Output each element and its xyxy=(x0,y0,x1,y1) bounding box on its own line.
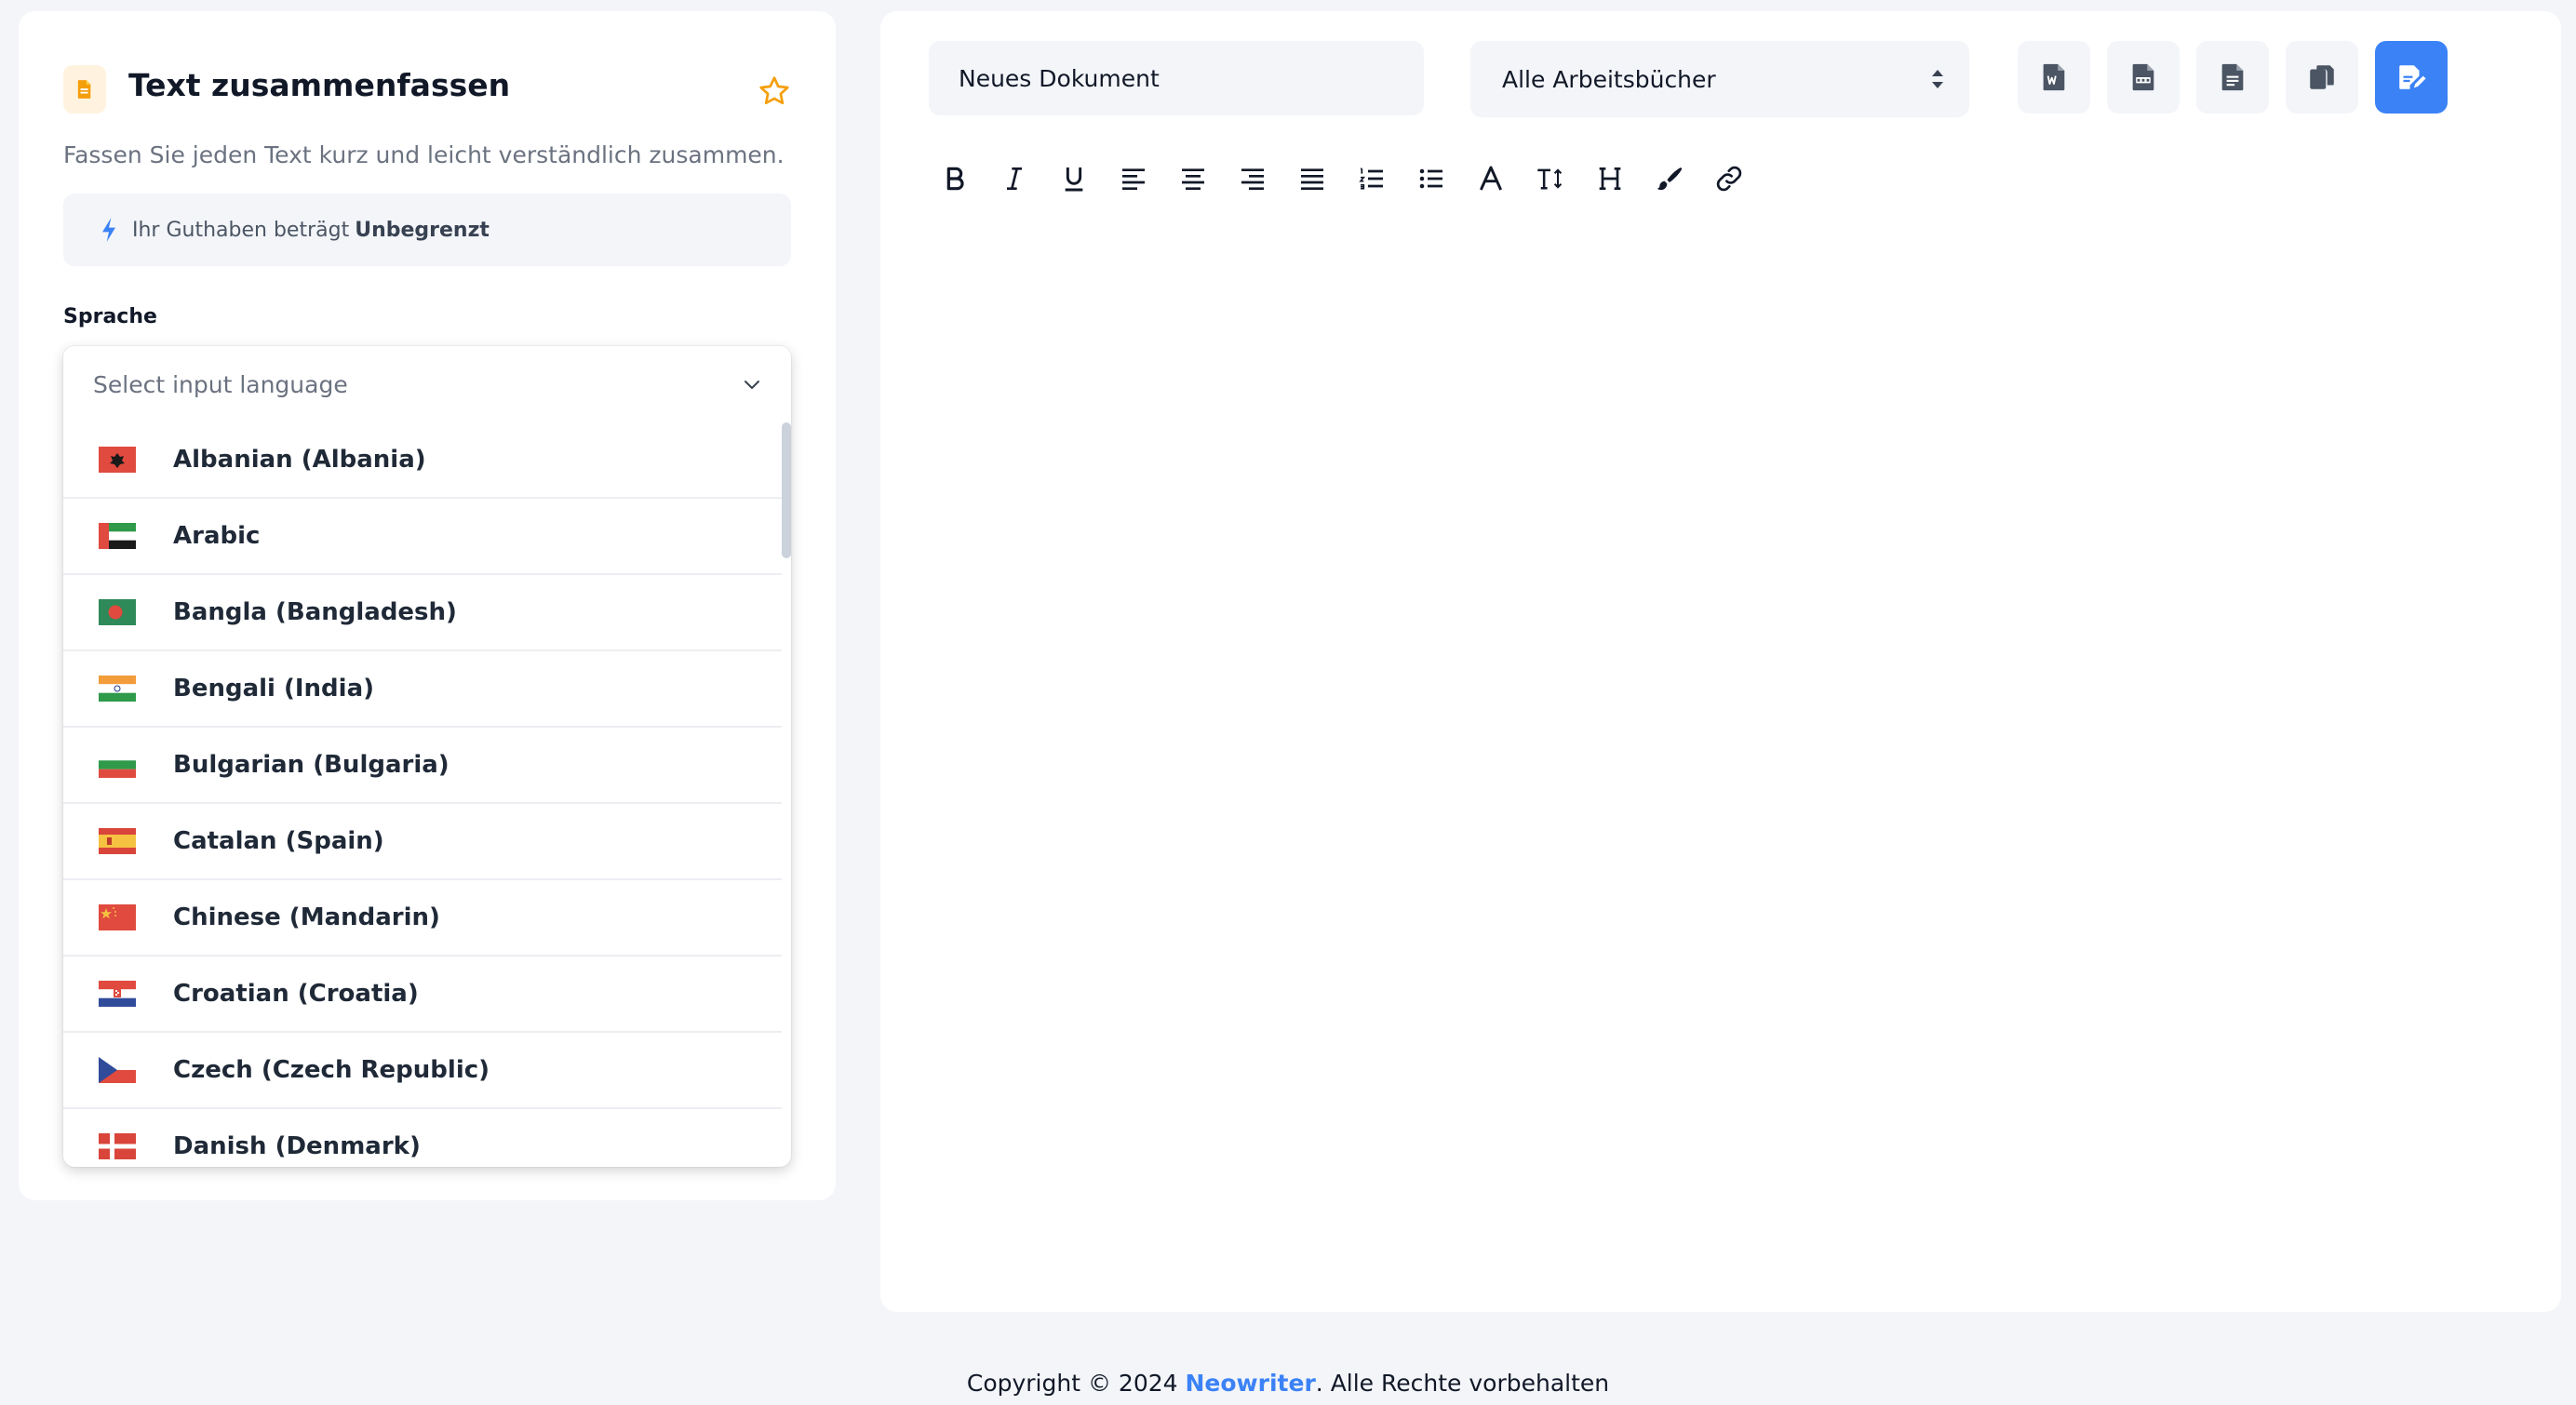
language-option-bangla[interactable]: Bangla (Bangladesh) xyxy=(63,575,782,651)
language-option-label: Arabic xyxy=(173,522,261,550)
align-right-icon xyxy=(1241,168,1264,190)
export-pdf-button[interactable] xyxy=(2107,41,2180,114)
underline-icon xyxy=(1065,167,1083,192)
align-justify-button[interactable] xyxy=(1292,155,1333,202)
font-size-icon xyxy=(1537,168,1563,190)
align-left-button[interactable] xyxy=(1113,155,1154,202)
align-center-icon xyxy=(1182,168,1204,190)
word-export-icon xyxy=(2043,63,2065,91)
footer: Copyright © 2024 Neowriter. Alle Rechte … xyxy=(0,1370,2576,1397)
document-icon xyxy=(63,65,106,114)
language-option-arabic[interactable]: Arabic xyxy=(63,499,782,575)
flag-uae-icon xyxy=(99,523,136,549)
flag-india-icon xyxy=(99,676,136,702)
flag-bulgaria-icon xyxy=(99,752,136,778)
link-button[interactable] xyxy=(1709,155,1750,202)
favorite-star-icon[interactable] xyxy=(758,74,791,108)
language-option-albanian[interactable]: Albanian (Albania) xyxy=(63,422,782,499)
language-option-danish[interactable]: Danish (Denmark) xyxy=(63,1109,782,1167)
language-options: Albanian (Albania) Arabic Bangla (Bangla… xyxy=(63,422,782,1167)
align-left-icon xyxy=(1122,168,1145,190)
brush-button[interactable] xyxy=(1649,155,1690,202)
credit-prefix: Ihr Guthaben beträgt xyxy=(132,218,350,242)
footer-rights: . Alle Rechte vorbehalten xyxy=(1315,1370,1610,1397)
language-option-label: Albanian (Albania) xyxy=(173,446,426,474)
language-option-label: Bengali (India) xyxy=(173,675,375,702)
language-option-label: Catalan (Spain) xyxy=(173,827,384,855)
language-select[interactable]: Select input language xyxy=(63,346,791,422)
tool-description: Fassen Sie jeden Text kurz und leicht ve… xyxy=(63,141,785,168)
flag-albania-icon xyxy=(99,447,136,473)
pdf-export-icon xyxy=(2132,63,2154,91)
language-option-label: Croatian (Croatia) xyxy=(173,980,419,1008)
language-option-label: Czech (Czech Republic) xyxy=(173,1056,490,1084)
bullet-list-button[interactable] xyxy=(1411,155,1452,202)
flag-spain-icon xyxy=(99,828,136,854)
tool-panel: Text zusammenfassen Fassen Sie jeden Tex… xyxy=(19,11,836,1200)
flag-china-icon xyxy=(99,904,136,930)
language-option-bulgarian[interactable]: Bulgarian (Bulgaria) xyxy=(63,728,782,804)
flag-denmark-icon xyxy=(99,1133,136,1159)
copy-button[interactable] xyxy=(2286,41,2358,114)
tool-header: Text zusammenfassen xyxy=(63,54,791,125)
ordered-list-button[interactable] xyxy=(1351,155,1392,202)
brush-icon xyxy=(1657,167,1683,191)
font-size-button[interactable] xyxy=(1530,155,1571,202)
flag-croatia-icon xyxy=(99,981,136,1007)
export-word-button[interactable] xyxy=(2018,41,2090,114)
underline-button[interactable] xyxy=(1053,155,1094,202)
flag-bangladesh-icon xyxy=(99,599,136,625)
workbook-select[interactable]: Alle Arbeitsbücher xyxy=(1470,41,1969,117)
bold-icon xyxy=(946,167,964,191)
bold-button[interactable] xyxy=(934,155,975,202)
language-option-chinese[interactable]: Chinese (Mandarin) xyxy=(63,880,782,957)
txt-export-icon xyxy=(2221,63,2244,91)
chevron-down-icon xyxy=(745,381,759,389)
font-color-icon xyxy=(1479,166,1503,191)
format-toolbar xyxy=(934,151,1768,207)
bolt-icon xyxy=(102,218,115,242)
language-option-label: Chinese (Mandarin) xyxy=(173,903,440,931)
sort-arrows-icon xyxy=(1932,70,1943,88)
italic-icon xyxy=(1007,167,1022,190)
credit-value: Unbegrenzt xyxy=(355,218,490,242)
copy-icon xyxy=(2310,65,2334,89)
credit-box: Ihr Guthaben beträgt Unbegrenzt xyxy=(63,194,791,266)
font-color-button[interactable] xyxy=(1470,155,1511,202)
language-option-label: Bangla (Bangladesh) xyxy=(173,598,457,626)
export-text-button[interactable] xyxy=(2196,41,2269,114)
language-option-croatian[interactable]: Croatian (Croatia) xyxy=(63,957,782,1033)
language-dropdown[interactable]: Select input language Albanian (Albania) xyxy=(63,346,791,1167)
dropdown-scrollbar[interactable] xyxy=(782,422,791,558)
language-option-bengali[interactable]: Bengali (India) xyxy=(63,651,782,728)
editor-panel: Alle Arbeitsbücher xyxy=(880,11,2561,1312)
heading-button[interactable] xyxy=(1590,155,1630,202)
align-justify-icon xyxy=(1301,168,1323,190)
align-center-button[interactable] xyxy=(1173,155,1214,202)
link-icon xyxy=(1716,166,1742,192)
footer-copyright: Copyright © 2024 xyxy=(966,1370,1178,1397)
edit-document-icon xyxy=(2399,65,2426,89)
ordered-list-icon xyxy=(1359,167,1383,190)
save-document-button[interactable] xyxy=(2375,41,2448,114)
document-name-input[interactable] xyxy=(929,41,1424,115)
language-option-czech[interactable]: Czech (Czech Republic) xyxy=(63,1033,782,1109)
align-right-button[interactable] xyxy=(1232,155,1273,202)
language-placeholder: Select input language xyxy=(93,370,348,398)
footer-brand-link[interactable]: Neowriter xyxy=(1186,1370,1316,1397)
heading-icon xyxy=(1599,167,1621,190)
workbook-label: Alle Arbeitsbücher xyxy=(1502,65,1716,93)
bullet-list-icon xyxy=(1419,168,1442,189)
language-option-label: Bulgarian (Bulgaria) xyxy=(173,751,449,779)
language-label: Sprache xyxy=(63,305,157,328)
flag-czech-icon xyxy=(99,1057,136,1083)
language-option-catalan[interactable]: Catalan (Spain) xyxy=(63,804,782,880)
language-option-label: Danish (Denmark) xyxy=(173,1132,421,1160)
italic-button[interactable] xyxy=(994,155,1035,202)
tool-title: Text zusammenfassen xyxy=(128,67,511,103)
